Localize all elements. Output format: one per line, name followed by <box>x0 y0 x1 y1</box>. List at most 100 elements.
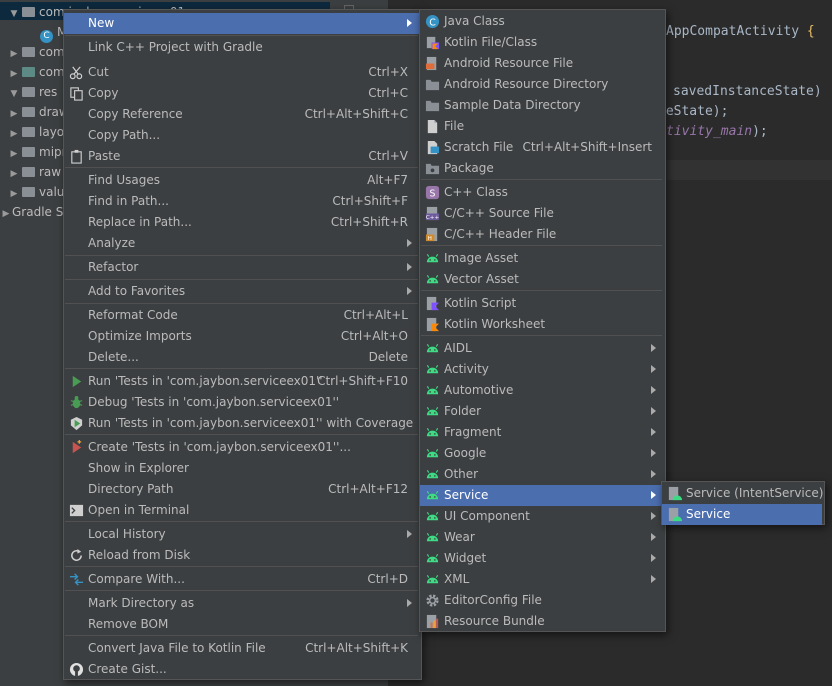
submenu-arrow-icon <box>407 287 412 295</box>
new-menu-item-kotlin-worksheet[interactable]: Kotlin Worksheet <box>420 314 663 335</box>
context-menu-item-convert-java-file-to-kotlin-file[interactable]: Convert Java File to Kotlin File Ctrl+Alt… <box>64 638 419 659</box>
android-icon <box>425 272 440 287</box>
context-menu-item-copy-reference[interactable]: Copy Reference Ctrl+Alt+Shift+C <box>64 104 419 125</box>
menu-separator <box>65 255 418 256</box>
new-menu-item-service[interactable]: Service <box>420 485 663 506</box>
menu-separator <box>65 635 418 636</box>
new-menu-item-fragment[interactable]: Fragment <box>420 422 663 443</box>
kotlin-script-icon <box>425 296 440 311</box>
new-menu-item-sample-data-directory[interactable]: Sample Data Directory <box>420 95 663 116</box>
context-menu-item-mark-directory-as[interactable]: Mark Directory as <box>64 593 419 614</box>
new-menu-item-file[interactable]: File <box>420 116 663 137</box>
new-menu-item-google[interactable]: Google <box>420 443 663 464</box>
context-menu-item-find-usages[interactable]: Find Usages Alt+F7 <box>64 170 419 191</box>
context-menu-item-directory-path[interactable]: Directory Path Ctrl+Alt+F12 <box>64 479 419 500</box>
context-menu-item-refactor[interactable]: Refactor <box>64 257 419 278</box>
menu-item-label: Open in Terminal <box>88 503 190 517</box>
new-menu-item-image-asset[interactable]: Image Asset <box>420 248 663 269</box>
new-menu-item-android-resource-directory[interactable]: Android Resource Directory <box>420 74 663 95</box>
menu-item-label: Kotlin File/Class <box>444 35 538 49</box>
expand-arrow-icon[interactable]: ▶ <box>8 124 20 144</box>
new-menu-item-c-c-source-file[interactable]: C++ C/C++ Source File <box>420 203 663 224</box>
new-menu-item-editorconfig-file[interactable]: EditorConfig File <box>420 590 663 611</box>
new-menu-item-package[interactable]: Package <box>420 158 663 179</box>
menu-item-shortcut: Ctrl+Alt+F12 <box>328 482 408 496</box>
new-menu-item-other[interactable]: Other <box>420 464 663 485</box>
new-menu-item-kotlin-script[interactable]: Kotlin Script <box>420 293 663 314</box>
menu-item-label: Activity <box>444 362 489 376</box>
menu-separator <box>65 521 418 522</box>
new-menu-item-c-c-header-file[interactable]: H C/C++ Header File <box>420 224 663 245</box>
expand-arrow-icon[interactable]: ▶ <box>8 164 20 184</box>
tree-row[interactable]: ▶ raw <box>8 162 62 184</box>
context-menu-item-replace-in-path[interactable]: Replace in Path... Ctrl+Shift+R <box>64 212 419 233</box>
menu-separator <box>421 290 662 291</box>
context-menu-item-copy[interactable]: Copy Ctrl+C <box>64 83 419 104</box>
new-menu-item-c-class[interactable]: S C++ Class <box>420 182 663 203</box>
context-menu-item-optimize-imports[interactable]: Optimize Imports Ctrl+Alt+O <box>64 326 419 347</box>
service-menu-item-service[interactable]: Service <box>662 504 822 525</box>
context-menu-item-debug-tests-in-com-jaybon-serviceex01[interactable]: Debug 'Tests in 'com.jaybon.serviceex01'… <box>64 392 419 413</box>
menu-item-label: Android Resource File <box>444 56 574 70</box>
context-menu-item-new[interactable]: New <box>64 13 419 34</box>
android-icon <box>425 251 440 266</box>
context-menu-item-run-tests-in-com-jaybon-serviceex01[interactable]: Run 'Tests in 'com.jaybon.serviceex01'' C… <box>64 371 419 392</box>
expand-arrow-icon[interactable]: ▶ <box>8 104 20 124</box>
expand-arrow-icon[interactable]: ▶ <box>0 204 12 224</box>
expand-arrow-icon[interactable]: ▶ <box>8 64 20 84</box>
context-menu-item-add-to-favorites[interactable]: Add to Favorites <box>64 281 419 302</box>
context-menu-item-cut[interactable]: Cut Ctrl+X <box>64 62 419 83</box>
context-menu-item-remove-bom[interactable]: Remove BOM <box>64 614 419 635</box>
new-menu-item-java-class[interactable]: C Java Class <box>420 11 663 32</box>
context-menu-item-create-tests-in-com-jaybon-serviceex01[interactable]: Create 'Tests in 'com.jaybon.serviceex01… <box>64 437 419 458</box>
context-menu-item-paste[interactable]: Paste Ctrl+V <box>64 146 419 167</box>
tree-row[interactable]: ▼ res <box>8 82 58 104</box>
expand-arrow-icon[interactable]: ▶ <box>8 44 20 64</box>
menu-separator <box>65 303 418 304</box>
context-menu-item-find-in-path[interactable]: Find in Path... Ctrl+Shift+F <box>64 191 419 212</box>
tree-row[interactable]: ▶ com <box>8 42 65 62</box>
context-menu-item-run-tests-in-com-jaybon-serviceex01-with-coverage[interactable]: Run 'Tests in 'com.jaybon.serviceex01'' … <box>64 413 419 434</box>
new-menu-item-widget[interactable]: Widget <box>420 548 663 569</box>
menu-item-label: Java Class <box>444 14 505 28</box>
scratch-file-icon <box>425 140 440 155</box>
new-menu-item-automotive[interactable]: Automotive <box>420 380 663 401</box>
new-menu-item-xml[interactable]: XML <box>420 569 663 590</box>
collapse-arrow-icon[interactable]: ▼ <box>8 84 20 104</box>
context-menu-item-create-gist[interactable]: Create Gist... <box>64 659 419 680</box>
expand-arrow-icon[interactable]: ▶ <box>8 184 20 204</box>
context-menu-item-reformat-code[interactable]: Reformat Code Ctrl+Alt+L <box>64 305 419 326</box>
menu-separator <box>421 245 662 246</box>
menu-item-label: Create Gist... <box>88 662 167 676</box>
tree-row[interactable]: ▶ com <box>8 62 65 82</box>
context-menu-item-compare-with[interactable]: Compare With... Ctrl+D <box>64 569 419 590</box>
menu-item-label: Wear <box>444 530 475 544</box>
new-menu-item-resource-bundle[interactable]: Resource Bundle <box>420 611 663 632</box>
collapse-arrow-icon[interactable]: ▼ <box>8 4 20 24</box>
new-menu-item-wear[interactable]: Wear <box>420 527 663 548</box>
new-menu-item-aidl[interactable]: AIDL <box>420 338 663 359</box>
new-menu-item-kotlin-file-class[interactable]: Kotlin File/Class <box>420 32 663 53</box>
new-menu-item-vector-asset[interactable]: Vector Asset <box>420 269 663 290</box>
menu-item-label: Service <box>444 488 489 502</box>
android-resource-file-icon <box>425 56 440 71</box>
new-menu-item-activity[interactable]: Activity <box>420 359 663 380</box>
context-menu-item-show-in-explorer[interactable]: Show in Explorer <box>64 458 419 479</box>
cpp-source-icon: C++ <box>425 206 440 221</box>
context-menu-item-reload-from-disk[interactable]: Reload from Disk <box>64 545 419 566</box>
expand-arrow-icon[interactable]: ▶ <box>8 144 20 164</box>
context-menu-item-delete[interactable]: Delete... Delete <box>64 347 419 368</box>
service-menu-item-service-intentservice[interactable]: Service (IntentService) <box>662 483 823 504</box>
context-menu-item-open-in-terminal[interactable]: Open in Terminal <box>64 500 419 521</box>
context-menu-item-link-c-project-with-gradle[interactable]: Link C++ Project with Gradle <box>64 37 419 58</box>
new-menu-item-scratch-file[interactable]: Scratch File Ctrl+Alt+Shift+Insert <box>420 137 663 158</box>
new-menu-item-folder[interactable]: Folder <box>420 401 663 422</box>
android-icon <box>425 404 440 419</box>
context-menu-item-copy-path[interactable]: Copy Path... <box>64 125 419 146</box>
context-menu-item-local-history[interactable]: Local History <box>64 524 419 545</box>
context-menu-item-analyze[interactable]: Analyze <box>64 233 419 254</box>
new-menu-item-ui-component[interactable]: UI Component <box>420 506 663 527</box>
tree-row-label: com <box>39 65 65 79</box>
file-icon <box>425 119 440 134</box>
new-menu-item-android-resource-file[interactable]: Android Resource File <box>420 53 663 74</box>
